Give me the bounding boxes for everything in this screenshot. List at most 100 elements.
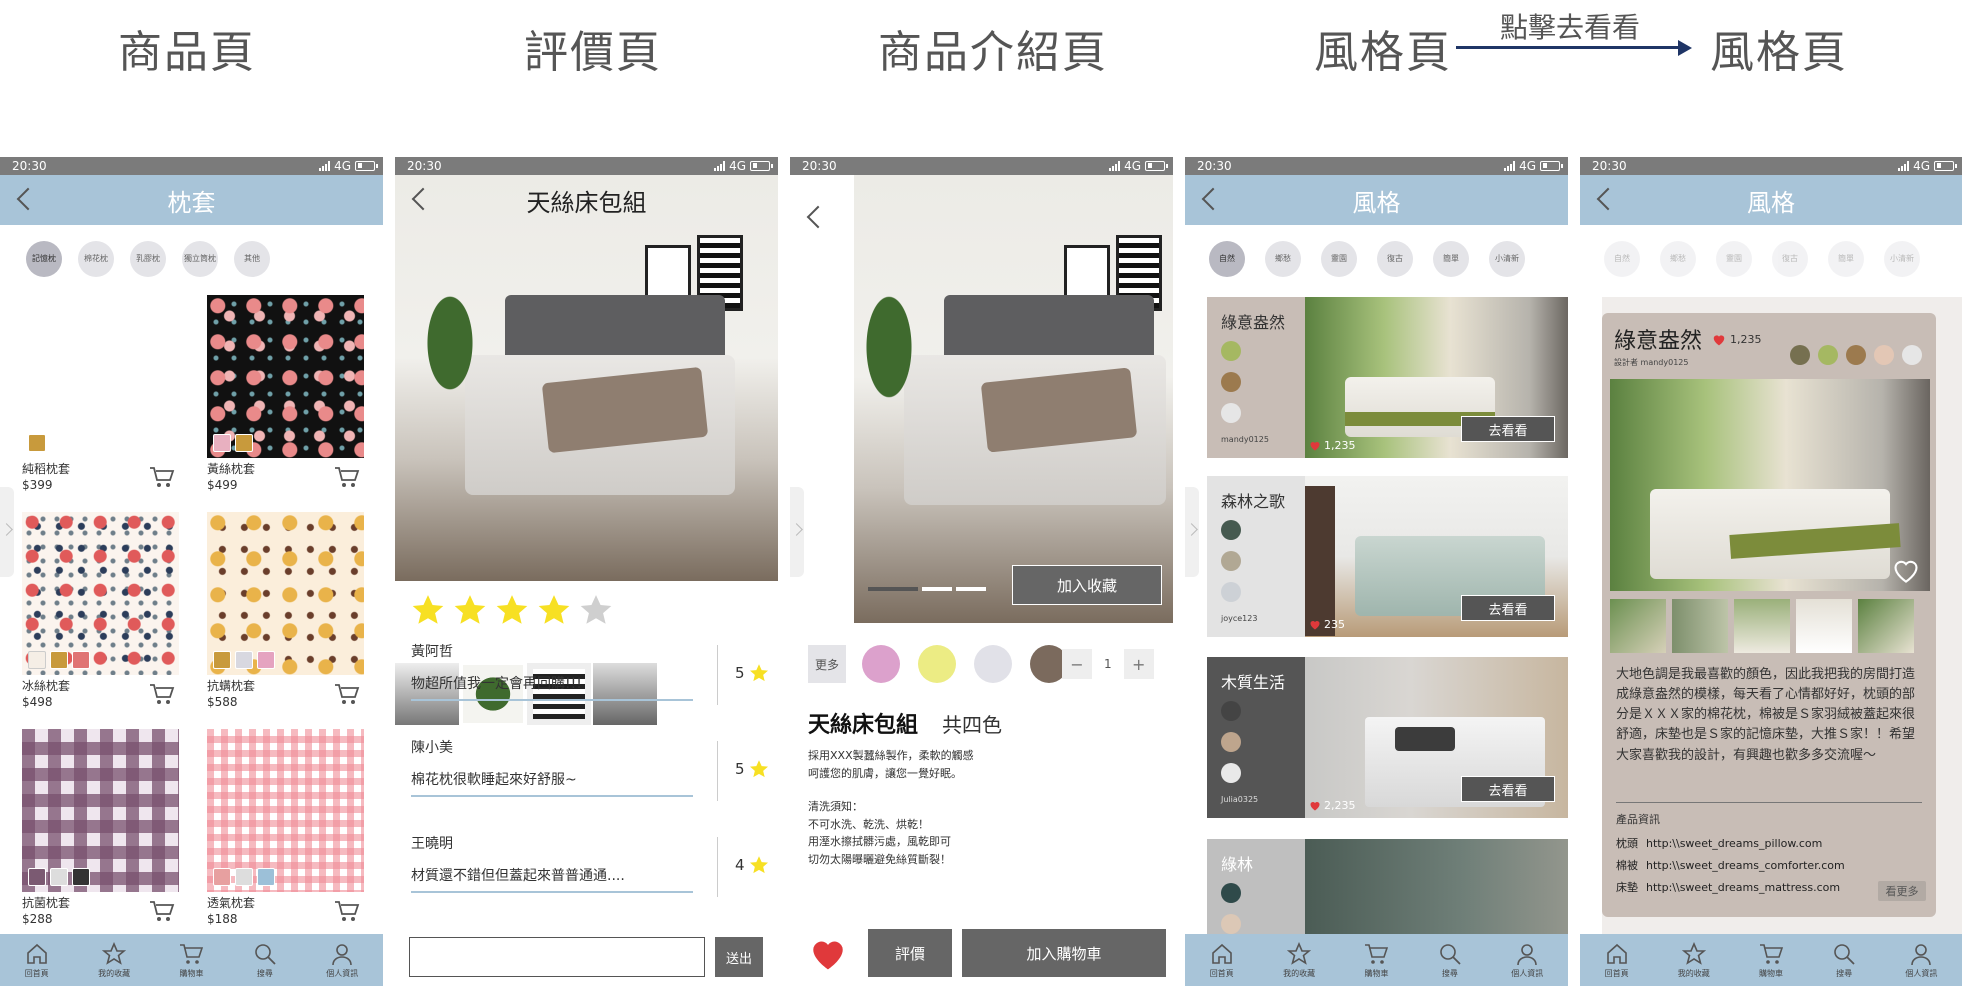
add-to-cart-icon[interactable]	[334, 466, 360, 488]
thumbnail[interactable]	[1672, 599, 1728, 653]
heading-review-page: 評價頁	[524, 27, 662, 78]
nav-home[interactable]: 回首頁	[1605, 942, 1629, 979]
nav-profile[interactable]: 個人資訊	[1905, 942, 1937, 979]
style-card[interactable]: 森林之歌 joyce123 235 去看看	[1207, 476, 1568, 637]
chip-garden[interactable]: 靈園	[1716, 241, 1752, 277]
product-card[interactable]: 抗螨枕套 $588	[207, 512, 364, 725]
review-button[interactable]: 評價	[868, 929, 952, 977]
chip-garden[interactable]: 靈園	[1321, 241, 1357, 277]
style-card[interactable]: 綠意盎然 mandy0125 1,235 去看看	[1207, 297, 1568, 458]
pillow-link[interactable]: http:\\sweet_dreams_pillow.com	[1646, 837, 1822, 850]
signal-icon	[319, 161, 331, 171]
add-to-cart-icon[interactable]	[334, 900, 360, 922]
heart-icon[interactable]	[808, 935, 848, 971]
side-drawer-handle[interactable]	[790, 487, 804, 577]
chip-retro[interactable]: 復古	[1772, 241, 1808, 277]
nav-home[interactable]: 回首頁	[25, 942, 49, 979]
user-icon	[1911, 943, 1932, 965]
style-detail-popup: 綠意盎然 1,235 設計者 mandy0125 大地色調是我最喜歡的顏色，因此…	[1602, 313, 1936, 917]
nav-favorites[interactable]: 我的收藏	[98, 941, 130, 979]
nav-cart[interactable]: 購物車	[179, 942, 204, 979]
status-bar: 20:30 4G	[790, 157, 1173, 175]
star-icon[interactable]	[495, 593, 529, 627]
nav-profile[interactable]: 個人資訊	[1511, 942, 1543, 979]
rating-stars[interactable]	[395, 581, 778, 627]
chip-cotton-pillow[interactable]: 棉花枕	[78, 241, 114, 277]
mattress-link[interactable]: http:\\sweet_dreams_mattress.com	[1646, 881, 1840, 894]
add-to-cart-icon[interactable]	[149, 683, 175, 705]
view-style-button[interactable]: 去看看	[1461, 776, 1555, 802]
chip-fresh[interactable]: 小清新	[1884, 241, 1920, 277]
favorite-heart-outline-icon[interactable]	[1892, 557, 1920, 583]
color-option-white[interactable]	[974, 645, 1012, 683]
nav-cart[interactable]: 購物車	[1364, 942, 1389, 979]
style-card[interactable]: 木質生活 Julia0325 2,235 去看看	[1207, 657, 1568, 818]
chip-memory-pillow[interactable]: 記憶枕	[26, 241, 62, 277]
chip-other[interactable]: 其他	[234, 241, 270, 277]
back-arrow-icon[interactable]	[1201, 187, 1225, 211]
add-to-favorites-button[interactable]: 加入收藏	[1012, 565, 1162, 605]
nav-search[interactable]: 搜尋	[1832, 942, 1856, 979]
review-input[interactable]	[409, 937, 705, 977]
side-drawer-handle[interactable]	[1185, 487, 1199, 577]
chip-natural[interactable]: 自然	[1604, 241, 1640, 277]
decrease-button[interactable]: −	[1062, 649, 1092, 679]
chip-pocket-spring-pillow[interactable]: 獨立筒枕	[182, 241, 218, 277]
thumbnail[interactable]	[1796, 599, 1852, 653]
star-icon[interactable]	[411, 593, 445, 627]
star-icon[interactable]	[537, 593, 571, 627]
thumbnail[interactable]	[1858, 599, 1914, 653]
chip-nostalgia[interactable]: 鄉愁	[1265, 241, 1301, 277]
nav-cart[interactable]: 購物車	[1759, 942, 1783, 979]
view-style-button[interactable]: 去看看	[1461, 416, 1555, 442]
see-more-button[interactable]: 看更多	[1878, 881, 1926, 901]
product-card[interactable]: 抗菌枕套 $288	[22, 729, 179, 942]
add-to-cart-icon[interactable]	[149, 900, 175, 922]
more-colors-button[interactable]: 更多	[808, 645, 846, 683]
side-drawer-handle[interactable]	[0, 487, 14, 577]
back-arrow-icon[interactable]	[16, 187, 40, 211]
add-to-cart-button[interactable]: 加入購物車	[962, 929, 1166, 977]
back-arrow-icon[interactable]	[1596, 187, 1620, 211]
product-image	[207, 512, 364, 675]
send-button[interactable]: 送出	[715, 937, 763, 977]
add-to-cart-icon[interactable]	[149, 466, 175, 488]
search-icon	[1834, 943, 1855, 965]
increase-button[interactable]: +	[1123, 649, 1154, 679]
color-option-yellow[interactable]	[918, 645, 956, 683]
comforter-link[interactable]: http:\\sweet_dreams_comforter.com	[1646, 859, 1845, 872]
product-card[interactable]: 黃絲枕套 $499	[207, 295, 364, 508]
chip-retro[interactable]: 復古	[1377, 241, 1413, 277]
page-title: 風格	[1747, 188, 1795, 217]
chip-fresh[interactable]: 小清新	[1489, 241, 1525, 277]
chip-simple[interactable]: 簡單	[1433, 241, 1469, 277]
nav-favorites[interactable]: 我的收藏	[1283, 941, 1315, 979]
nav-search[interactable]: 搜尋	[1438, 942, 1462, 979]
nav-home[interactable]: 回首頁	[1210, 942, 1234, 979]
add-to-cart-icon[interactable]	[334, 683, 360, 705]
back-arrow-icon[interactable]	[806, 205, 830, 229]
product-card[interactable]: 透氣枕套 $188	[207, 729, 364, 942]
view-style-button[interactable]: 去看看	[1461, 595, 1555, 621]
style-card[interactable]: 綠林	[1207, 839, 1568, 935]
thumbnail[interactable]	[1610, 599, 1666, 653]
chip-nostalgia[interactable]: 鄉愁	[1660, 241, 1696, 277]
product-card[interactable]: 純稻枕套 $399	[22, 295, 179, 508]
star-icon	[1287, 941, 1312, 965]
star-icon[interactable]	[453, 593, 487, 627]
color-option-pink[interactable]	[862, 645, 900, 683]
search-icon	[255, 943, 276, 965]
star-empty-icon[interactable]	[579, 593, 613, 627]
chip-latex-pillow[interactable]: 乳膠枕	[130, 241, 166, 277]
nav-profile[interactable]: 個人資訊	[326, 942, 358, 979]
back-arrow-icon[interactable]	[411, 187, 435, 211]
chip-natural[interactable]: 自然	[1209, 241, 1245, 277]
thumbnail[interactable]	[1734, 599, 1790, 653]
chip-simple[interactable]: 簡單	[1828, 241, 1864, 277]
review-score: 5	[735, 663, 769, 683]
product-card[interactable]: 冰絲枕套 $498	[22, 512, 179, 725]
carousel-indicator	[868, 587, 986, 591]
nav-favorites[interactable]: 我的收藏	[1678, 941, 1710, 979]
nav-search[interactable]: 搜尋	[253, 942, 277, 979]
cart-icon	[180, 943, 204, 964]
